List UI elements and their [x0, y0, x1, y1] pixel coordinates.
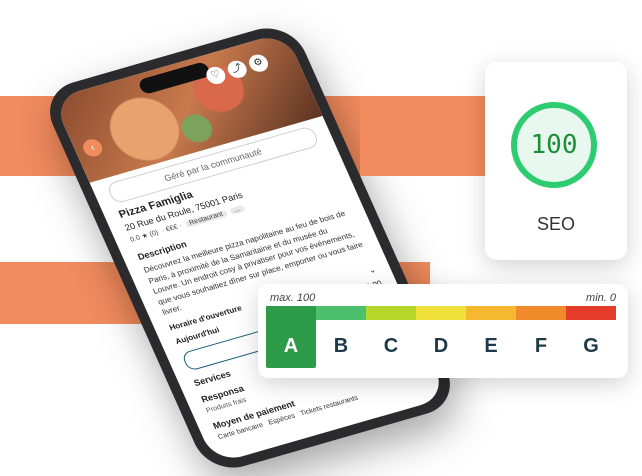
- background-stripe-right: [360, 96, 490, 176]
- max-label: max. 100: [270, 292, 316, 304]
- grade-letter-g: G: [583, 335, 599, 357]
- seo-score-card: 100 SEO: [485, 62, 627, 260]
- chevron-down-icon[interactable]: ⌄: [367, 265, 377, 275]
- grade-letter-c: C: [383, 335, 399, 357]
- grade-letters: A B C D E F G: [266, 306, 616, 368]
- grade-letter-a: A: [266, 306, 316, 368]
- grade-scale-card: max. 100 min. 0 A B C D E F G: [258, 284, 628, 378]
- price-text: · €€€ ·: [160, 222, 183, 235]
- seo-score-gauge: 100: [511, 102, 597, 188]
- phone-mockup: ♡ ⤴ ⚙ ‹ Géré par la communauté Pizza Fam…: [38, 19, 462, 476]
- grade-letter-e: E: [484, 335, 498, 357]
- more-chip[interactable]: ...: [228, 204, 246, 215]
- grade-letter-b: B: [333, 335, 349, 357]
- seo-label: SEO: [536, 214, 575, 234]
- grade-letter-d: D: [433, 335, 449, 357]
- min-label: min. 0: [586, 292, 616, 304]
- grade-letter-f: F: [534, 335, 548, 357]
